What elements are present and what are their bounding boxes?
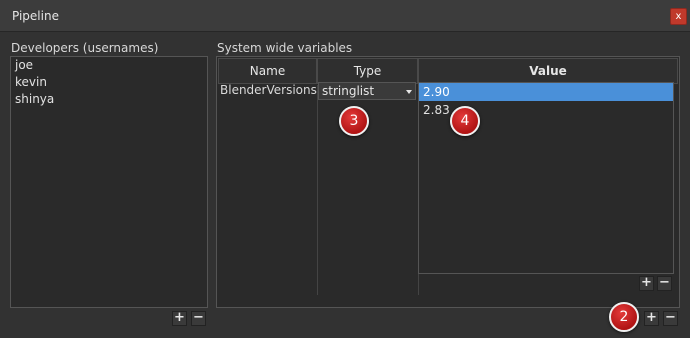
add-variable-button[interactable]: + — [644, 311, 659, 326]
variable-type-value: stringlist — [322, 84, 375, 98]
list-item[interactable]: kevin — [11, 74, 207, 91]
annotation-badge: 2 — [609, 302, 639, 332]
title-bar: Pipeline x — [0, 0, 690, 32]
list-item[interactable]: 2.90 — [419, 83, 673, 101]
column-divider — [317, 85, 318, 295]
developers-list[interactable]: joe kevin shinya — [10, 56, 208, 308]
variables-label: System wide variables — [217, 41, 353, 55]
close-button[interactable]: x — [670, 8, 687, 25]
variable-name-cell[interactable]: BlenderVersions — [220, 83, 317, 97]
add-developer-button[interactable]: + — [172, 311, 187, 326]
annotation-badge: 3 — [339, 106, 369, 136]
list-item[interactable]: joe — [11, 57, 207, 74]
remove-developer-button[interactable]: − — [191, 311, 206, 326]
column-header-value[interactable]: Value — [418, 58, 678, 84]
list-item[interactable]: shinya — [11, 91, 207, 108]
developers-label: Developers (usernames) — [11, 41, 159, 55]
remove-variable-button[interactable]: − — [663, 311, 678, 326]
variable-type-select[interactable]: stringlist — [318, 82, 416, 100]
remove-value-button[interactable]: − — [657, 276, 672, 291]
window-title: Pipeline — [12, 9, 59, 23]
column-header-name[interactable]: Name — [218, 58, 317, 84]
column-header-type[interactable]: Type — [317, 58, 418, 84]
annotation-badge: 4 — [450, 106, 480, 136]
add-value-button[interactable]: + — [639, 276, 654, 291]
chevron-down-icon — [406, 90, 412, 94]
